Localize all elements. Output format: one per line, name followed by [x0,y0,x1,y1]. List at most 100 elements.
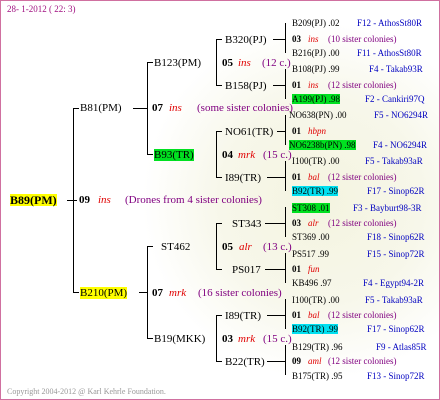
connector-line [273,39,285,40]
grandparent-id[interactable]: B19(MKK) [154,333,205,345]
root-type: ins [98,194,111,206]
grandparent-type: alr [239,241,252,253]
ancestor-gen: 01 [292,126,301,136]
ancestor-type: alr [308,218,319,228]
grandparent-note: (12 c.) [262,57,291,69]
ancestor-line[interactable]: B92(TR) .99 [292,186,338,196]
ancestor-id[interactable]: B22(TR) [225,356,265,368]
ancestor-line[interactable]: I100(TR) .00 [292,156,340,166]
ancestor-type: bal [308,310,320,320]
ancestor-line[interactable]: B175(TR) .95 [292,371,343,381]
connector-line [216,223,217,270]
connector-line [267,315,285,316]
connector-line [216,85,222,86]
origin-code: F5 - Takab93aR [365,156,423,166]
parent-id[interactable]: B210(PM) [80,287,128,299]
parent-id[interactable]: B81(PM) [80,102,122,114]
origin-code: F11 - AthosSt80R [357,48,422,58]
ancestor-id[interactable]: NO61(TR) [225,126,273,138]
connector-line [285,69,286,99]
grandparent-type: mrk [238,333,256,345]
grandparent-gen: 05 [222,241,233,253]
origin-code: F3 - Bayburt98-3R [353,203,422,213]
origin-code: F5 - Takab93aR [365,295,423,305]
connector-line [73,108,79,109]
ancestor-line[interactable]: KB496 .97 [292,278,332,288]
origin-code: F18 - Sinop62R [367,232,425,242]
connector-line [265,269,285,270]
origin-code: F4 - Takab93R [369,64,423,74]
connector-line [133,108,147,109]
ancestor-gen: 01 [292,80,301,90]
connector-line [285,23,286,53]
grandparent-id[interactable]: B93(TR) [154,149,194,161]
root-note: (Drones from 4 sister colonies) [125,194,262,206]
ancestor-type: ins [308,80,319,90]
grandparent-note: (15 c.) [263,333,292,345]
ancestor-line[interactable]: B209(PJ) .02 [292,18,340,28]
connector-line [216,223,222,224]
connector-line [267,361,285,362]
root-id[interactable]: B89(PM) [10,194,57,206]
connector-line [273,85,285,86]
root-gen: 09 [79,194,90,206]
copyright-footer: Copyright 2004-2012 @ Karl Kehrle Founda… [7,387,166,396]
parent-gen: 07 [152,287,163,299]
grandparent-gen: 05 [222,57,233,69]
grandparent-id[interactable]: B123(PM) [154,57,201,69]
origin-code: F5 - NO6294R [374,110,429,120]
connector-line [216,131,217,178]
parent-type: mrk [169,287,187,299]
connector-line [147,154,153,155]
ancestor-id[interactable]: I89(TR) [225,172,261,184]
ancestor-id[interactable]: PS017 [232,264,261,276]
connector-line [216,177,222,178]
connector-line [147,62,153,63]
ancestor-id[interactable]: B158(PJ) [225,80,267,92]
ancestor-gen: 01 [292,264,301,274]
connector-line [147,246,148,339]
connector-line [147,62,148,155]
grandparent-note: (13 c.) [263,241,292,253]
ancestor-type: aml [308,356,322,366]
grandparent-id[interactable]: ST462 [161,241,190,253]
ancestor-note: (12 sister colonies) [328,80,397,90]
ancestor-id[interactable]: B320(PJ) [225,34,267,46]
ancestor-line[interactable]: B108(PJ) .99 [292,64,340,74]
grandparent-type: mrk [238,149,256,161]
connector-line [285,345,286,375]
origin-code: F2 - Cankiri97Q [365,94,425,104]
connector-line [216,361,222,362]
ancestor-line[interactable]: ST308 .01 [292,203,330,213]
ancestor-line[interactable]: B92(TR) .99 [292,324,338,334]
ancestor-id[interactable]: ST343 [232,218,261,230]
grandparent-gen: 04 [222,149,233,161]
ancestor-note: (12 sister colonies) [328,310,397,320]
parent-note: (some sister colonies) [197,102,293,114]
ancestor-gen: 01 [292,310,301,320]
ancestor-line[interactable]: PS517 .99 [292,249,329,259]
connector-line [216,131,222,132]
ancestor-gen: 09 [292,356,301,366]
ancestor-line[interactable]: NO638(PN) .00 [289,110,347,120]
ancestor-line[interactable]: B216(PJ) .00 [292,48,340,58]
ancestor-note: (12 sister colonies) [328,172,397,182]
connector-line [147,338,153,339]
ancestor-id[interactable]: I89(TR) [225,310,261,322]
grandparent-note: (15 c.) [263,149,292,161]
connector-line [147,246,153,247]
ancestor-line[interactable]: A199(PJ) .98 [292,94,341,104]
pedigree-frame: 28- 1-2012 ( 22: 3) B89(PM) 09 ins (Dron… [0,0,440,400]
connector-line [139,292,147,293]
connector-line [285,161,286,191]
connector-line [67,200,77,201]
ancestor-type: ins [308,34,319,44]
origin-code: F13 - Sinop72R [367,371,425,381]
ancestor-line[interactable]: I100(TR) .00 [292,295,340,305]
ancestor-line[interactable]: B129(TR) .96 [292,342,343,352]
origin-code: F9 - Atlas85R [376,342,427,352]
date-header: 28- 1-2012 ( 22: 3) [7,4,76,14]
ancestor-line[interactable]: NO6238b(PN) .98 [289,140,356,150]
connector-line [265,223,285,224]
ancestor-line[interactable]: ST369 .00 [292,232,330,242]
